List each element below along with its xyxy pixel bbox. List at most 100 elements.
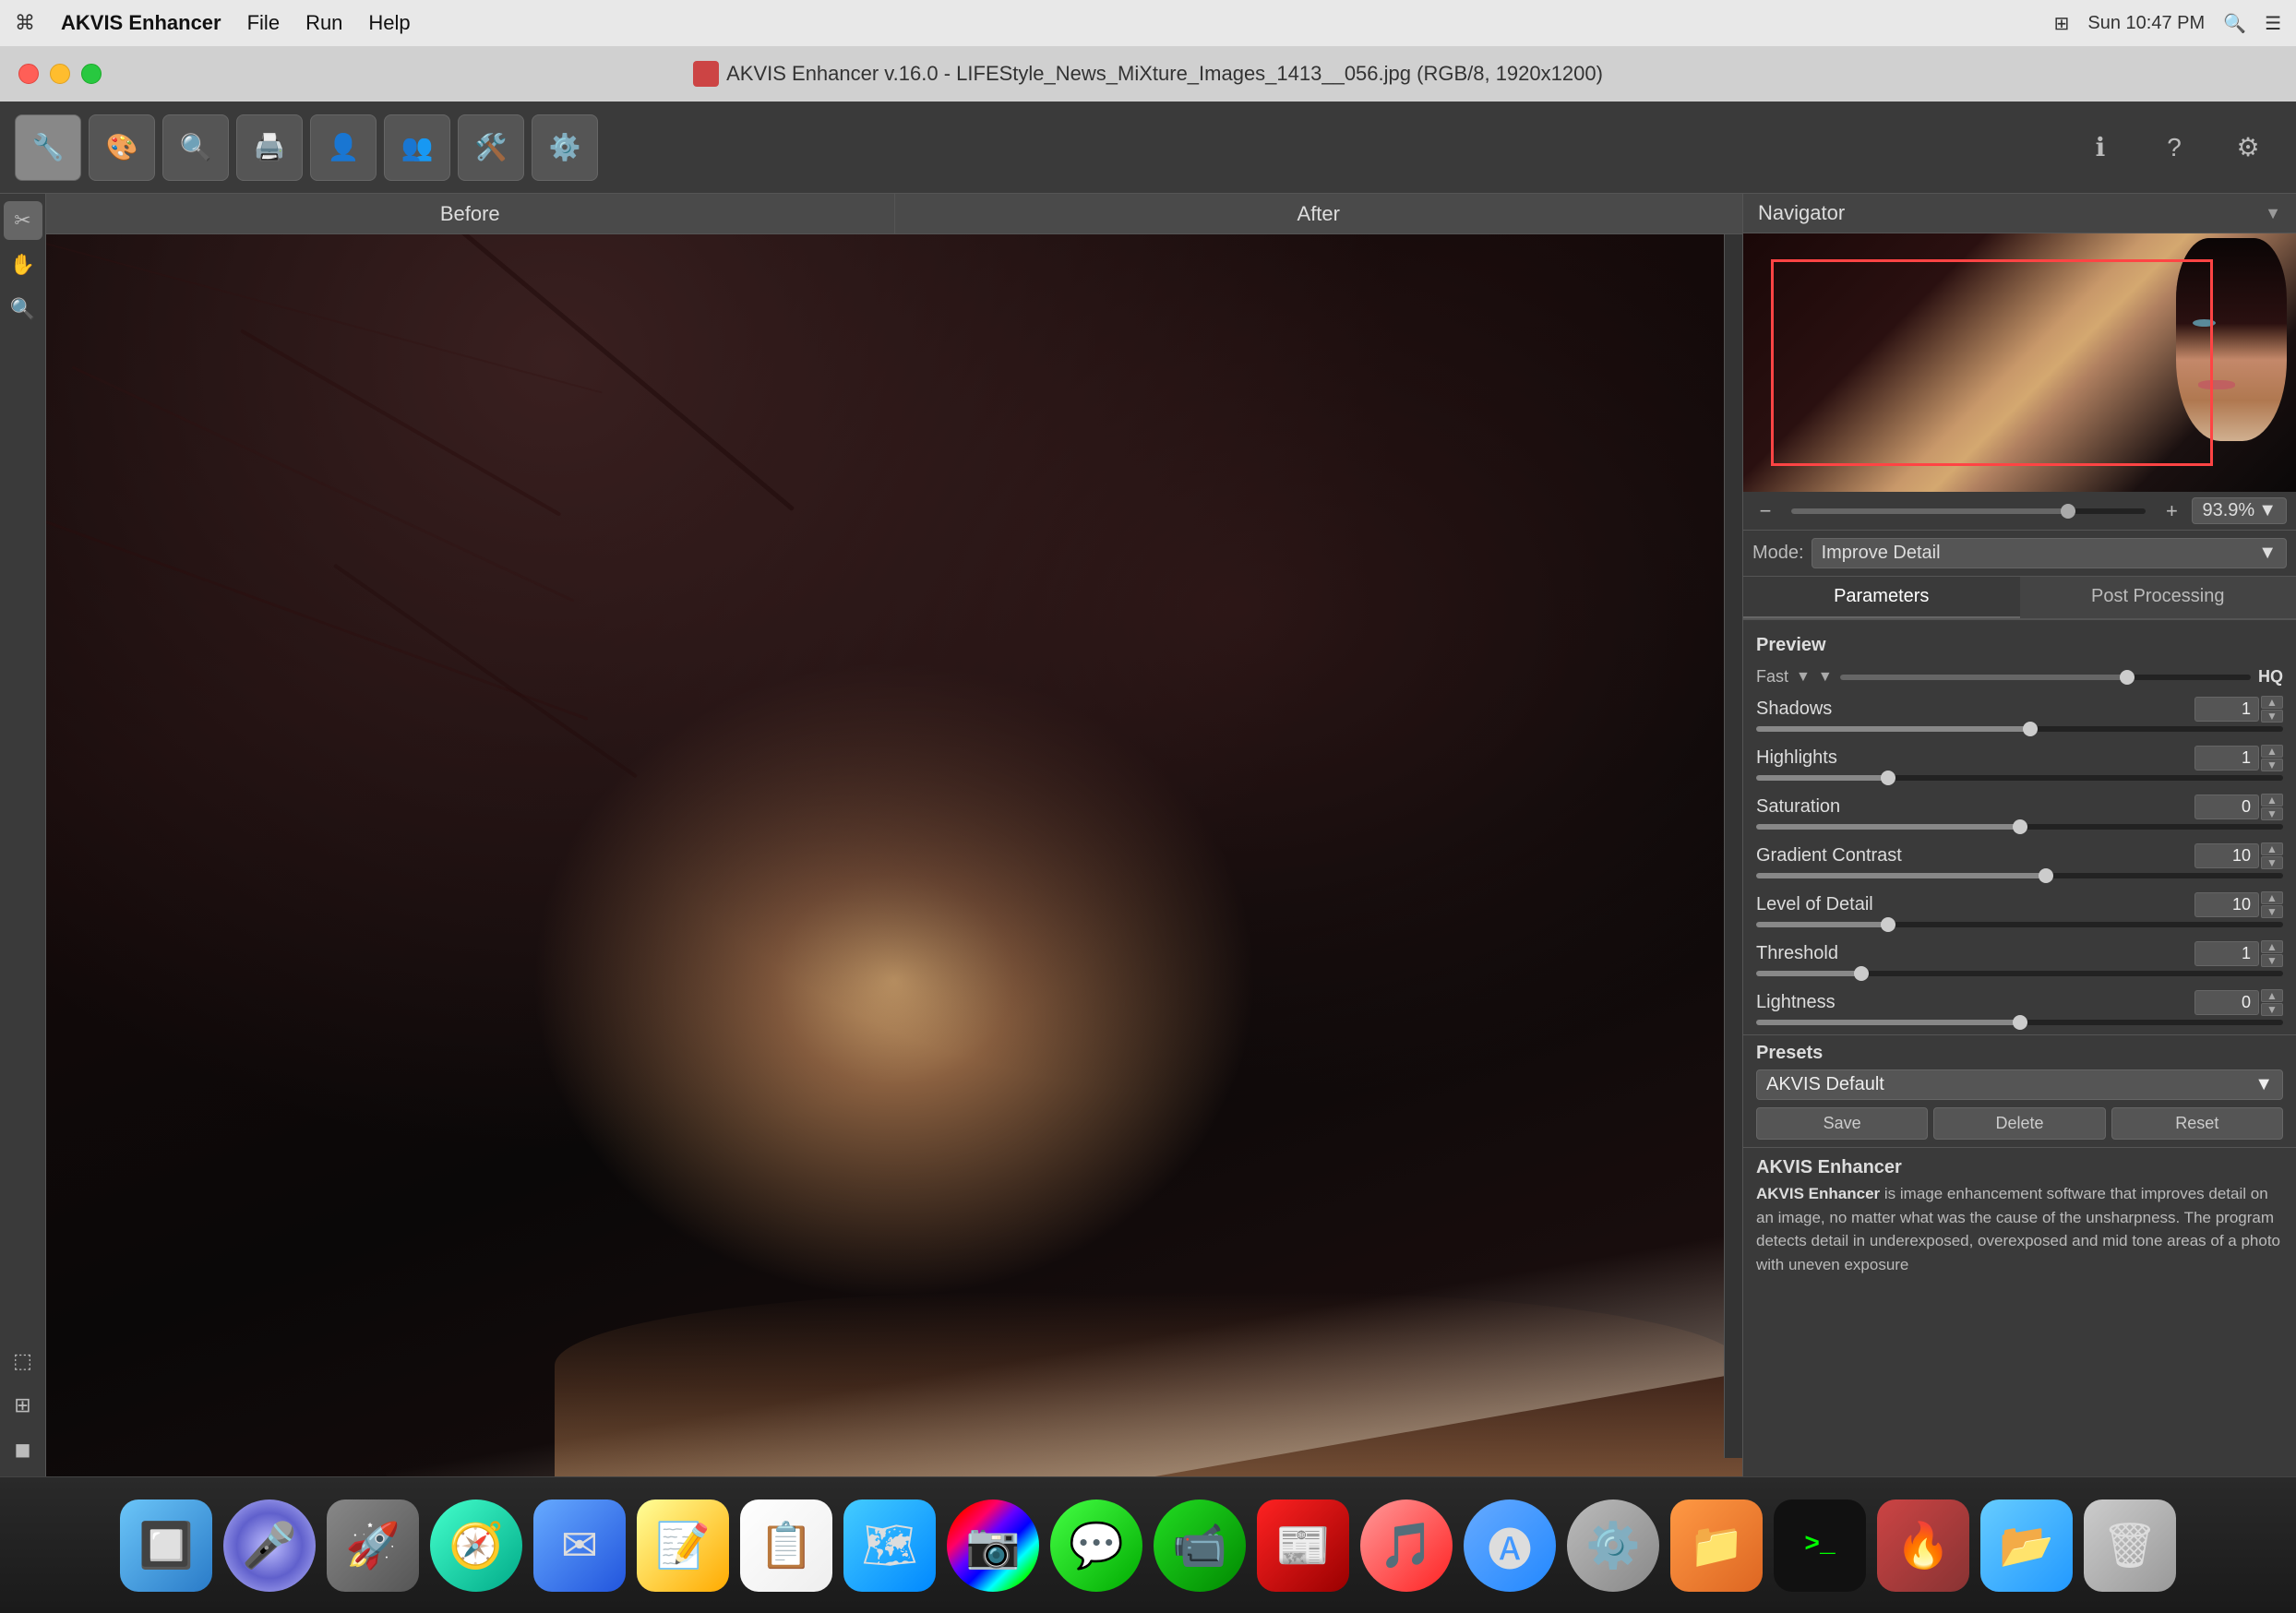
zoom-tool[interactable]: 🔍: [4, 290, 42, 329]
dock-mail[interactable]: ✉: [533, 1499, 626, 1592]
tool-paint[interactable]: 🎨: [89, 114, 155, 181]
shadows-value[interactable]: 1: [2194, 697, 2259, 722]
gradient-contrast-down[interactable]: ▼: [2261, 856, 2283, 869]
dock-appstore[interactable]: 🅐: [1464, 1499, 1556, 1592]
level-of-detail-value[interactable]: 10: [2194, 892, 2259, 917]
mode-row: Mode: Improve Detail ▼: [1743, 531, 2296, 577]
menu-icon[interactable]: ☰: [2265, 12, 2281, 35]
zoom-value-display[interactable]: 93.9% ▼: [2192, 497, 2287, 524]
shadows-stepper[interactable]: ▲ ▼: [2261, 696, 2283, 723]
dock-maps[interactable]: 🗺: [843, 1499, 936, 1592]
crop-tool[interactable]: ✂: [4, 201, 42, 240]
level-of-detail-up[interactable]: ▲: [2261, 891, 2283, 904]
zoom-slider[interactable]: [1791, 508, 2146, 514]
threshold-down[interactable]: ▼: [2261, 954, 2283, 967]
saturation-down[interactable]: ▼: [2261, 807, 2283, 820]
post-processing-tab[interactable]: Post Processing: [2020, 577, 2296, 618]
threshold-up[interactable]: ▲: [2261, 940, 2283, 953]
lightness-stepper[interactable]: ▲ ▼: [2261, 989, 2283, 1016]
after-tab[interactable]: After: [895, 194, 1743, 233]
gradient-contrast-slider[interactable]: [1756, 873, 2283, 878]
dock-siri[interactable]: 🎤: [223, 1499, 316, 1592]
saturation-slider[interactable]: [1756, 824, 2283, 830]
tool-user[interactable]: 👤: [310, 114, 377, 181]
dock-news[interactable]: 📰: [1257, 1499, 1349, 1592]
tool-view[interactable]: 🔍: [162, 114, 229, 181]
lightness-slider[interactable]: [1756, 1020, 2283, 1025]
hand-tool[interactable]: ✋: [4, 245, 42, 284]
highlights-stepper[interactable]: ▲ ▼: [2261, 745, 2283, 771]
dock-files[interactable]: 📁: [1670, 1499, 1763, 1592]
dock-launchpad[interactable]: 🚀: [327, 1499, 419, 1592]
help-button[interactable]: ?: [2141, 114, 2207, 181]
dock-music[interactable]: 🎵: [1360, 1499, 1453, 1592]
before-tab[interactable]: Before: [46, 194, 895, 233]
zoom-out-btn[interactable]: −: [1752, 498, 1778, 524]
search-icon[interactable]: 🔍: [2223, 12, 2246, 35]
tool-gear[interactable]: ⚙️: [532, 114, 598, 181]
saturation-value[interactable]: 0: [2194, 795, 2259, 819]
highlights-up[interactable]: ▲: [2261, 745, 2283, 758]
lightness-value[interactable]: 0: [2194, 990, 2259, 1015]
tool-print[interactable]: 🖨️: [236, 114, 303, 181]
extra-tool-1[interactable]: ⬚: [4, 1342, 42, 1380]
minimize-button[interactable]: [50, 64, 70, 84]
mode-select[interactable]: Improve Detail ▼: [1812, 538, 2287, 568]
maximize-button[interactable]: [81, 64, 102, 84]
saturation-up[interactable]: ▲: [2261, 794, 2283, 806]
reset-preset-button[interactable]: Reset: [2111, 1107, 2283, 1140]
info-button[interactable]: ℹ: [2067, 114, 2134, 181]
save-preset-button[interactable]: Save: [1756, 1107, 1928, 1140]
dock-safari[interactable]: 🧭: [430, 1499, 522, 1592]
gradient-contrast-value[interactable]: 10: [2194, 843, 2259, 868]
level-of-detail-down[interactable]: ▼: [2261, 905, 2283, 918]
tool-settings2[interactable]: 🛠️: [458, 114, 524, 181]
dock-finder2[interactable]: 📂: [1980, 1499, 2073, 1592]
run-menu[interactable]: Run: [305, 11, 342, 35]
dock-reminders[interactable]: 📋: [740, 1499, 832, 1592]
zoom-in-btn[interactable]: +: [2158, 498, 2184, 524]
dock-finder[interactable]: 🔲: [120, 1499, 212, 1592]
app-menu-name[interactable]: AKVIS Enhancer: [61, 11, 221, 35]
file-menu[interactable]: File: [247, 11, 280, 35]
settings-button[interactable]: ⚙: [2215, 114, 2281, 181]
lightness-up[interactable]: ▲: [2261, 989, 2283, 1002]
dock-facetime[interactable]: 📹: [1154, 1499, 1246, 1592]
help-menu[interactable]: Help: [368, 11, 410, 35]
delete-preset-button[interactable]: Delete: [1933, 1107, 2105, 1140]
highlights-down[interactable]: ▼: [2261, 759, 2283, 771]
dock-trash[interactable]: 🗑: [2084, 1499, 2176, 1592]
dock-photos[interactable]: 📷: [947, 1499, 1039, 1592]
level-of-detail-stepper[interactable]: ▲ ▼: [2261, 891, 2283, 918]
vertical-scrollbar[interactable]: [1724, 234, 1742, 1458]
highlights-slider[interactable]: [1756, 775, 2283, 781]
extra-tool-2[interactable]: ⊞: [4, 1386, 42, 1425]
gradient-contrast-up[interactable]: ▲: [2261, 842, 2283, 855]
dock-messages[interactable]: 💬: [1050, 1499, 1142, 1592]
dock-akvis[interactable]: 🔥: [1877, 1499, 1969, 1592]
dock-terminal[interactable]: >_: [1774, 1499, 1866, 1592]
preview-arrow-2: ▼: [1818, 669, 1833, 686]
presets-dropdown[interactable]: AKVIS Default ▼: [1756, 1069, 2283, 1100]
threshold-slider[interactable]: [1756, 971, 2283, 976]
level-of-detail-slider[interactable]: [1756, 922, 2283, 927]
parameters-tab[interactable]: Parameters: [1743, 577, 2020, 618]
shadows-slider[interactable]: [1756, 726, 2283, 732]
highlights-value[interactable]: 1: [2194, 746, 2259, 771]
shadows-up[interactable]: ▲: [2261, 696, 2283, 709]
close-button[interactable]: [18, 64, 39, 84]
lightness-down[interactable]: ▼: [2261, 1003, 2283, 1016]
tool-users[interactable]: 👥: [384, 114, 450, 181]
tool-enhance[interactable]: 🔧: [15, 114, 81, 181]
dock-system-prefs[interactable]: ⚙️: [1567, 1499, 1659, 1592]
extra-tool-3[interactable]: ◼: [4, 1430, 42, 1469]
shadows-down[interactable]: ▼: [2261, 710, 2283, 723]
saturation-stepper[interactable]: ▲ ▼: [2261, 794, 2283, 820]
preview-quality-slider[interactable]: [1840, 675, 2251, 680]
navigator-collapse-btn[interactable]: ▼: [2265, 204, 2281, 223]
gradient-contrast-stepper[interactable]: ▲ ▼: [2261, 842, 2283, 869]
apple-menu[interactable]: ⌘: [15, 11, 35, 35]
dock-notes[interactable]: 📝: [637, 1499, 729, 1592]
threshold-value[interactable]: 1: [2194, 941, 2259, 966]
threshold-stepper[interactable]: ▲ ▼: [2261, 940, 2283, 967]
